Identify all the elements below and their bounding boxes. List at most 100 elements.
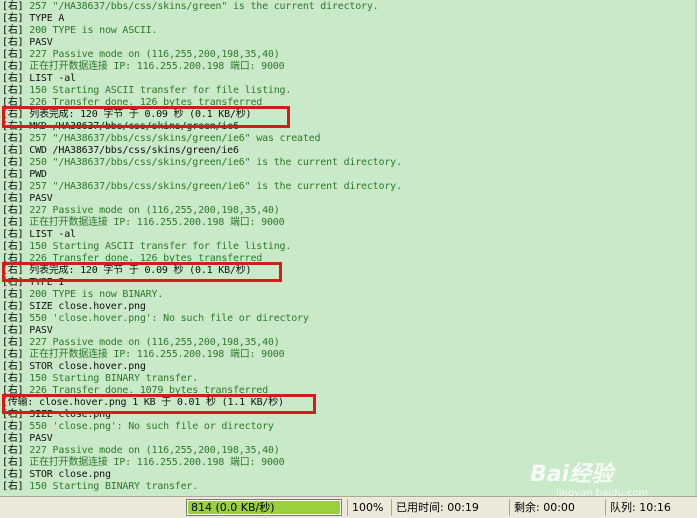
progress-text: 814 (0.0 KB/秒): [191, 501, 275, 514]
log-line-prefix: [右]: [2, 37, 24, 48]
log-line-prefix: [右]: [2, 61, 24, 72]
log-line-prefix: [右]: [2, 289, 24, 300]
log-line: [右] 正在打开数据连接 IP: 116.255.200.198 端口: 900…: [2, 217, 285, 229]
log-line-text: TYPE A: [23, 13, 65, 24]
log-line-prefix: [右]: [2, 349, 24, 360]
log-line-text: 227 Passive mode on (116,255,200,198,35,…: [23, 337, 280, 348]
log-line: [右] 列表完成: 120 字节 于 0.09 秒 (0.1 KB/秒): [2, 109, 252, 121]
log-line: [右] TYPE A: [2, 13, 64, 25]
log-line-text: 257 "/HA38637/bbs/css/skins/green/ie6" i…: [23, 181, 402, 192]
log-line-prefix: [右]: [2, 25, 24, 36]
log-line-prefix: [右]: [2, 409, 24, 420]
log-line-prefix: [右]: [2, 313, 24, 324]
log-line-text: 传输: close.hover.png 1 KB 于 0.01 秒 (1.1 K…: [7, 397, 284, 408]
log-line-prefix: [右]: [2, 277, 24, 288]
log-line-prefix: [右]: [2, 433, 24, 444]
log-line-text: 150 Starting ASCII transfer for file lis…: [23, 241, 292, 252]
log-line-prefix: [右]: [2, 373, 24, 384]
ftp-log-panel[interactable]: [右] 257 "/HA38637/bbs/css/skins/green" i…: [0, 0, 697, 496]
status-bar: 814 (0.0 KB/秒) 100% 已用时间: 00:19 剩余: 00:0…: [0, 496, 697, 518]
log-line-text: 250 "/HA38637/bbs/css/skins/green/ie6" i…: [23, 157, 402, 168]
log-line-text: STOR close.hover.png: [23, 361, 146, 372]
log-line: [右] LIST -al: [2, 229, 76, 241]
log-line-text: STOR close.png: [23, 469, 111, 480]
log-line: [右] STOR close.png: [2, 469, 111, 481]
log-line: [右] 226 Transfer done. 126 bytes transfe…: [2, 97, 262, 109]
log-line: [右] 227 Passive mode on (116,255,200,198…: [2, 49, 280, 61]
log-line-text: CWD /HA38637/bbs/css/skins/green/ie6: [23, 145, 239, 156]
log-line-text: MKD /HA38637/bbs/css/skins/green/ie6: [23, 121, 239, 132]
log-line-text: SIZE close.hover.png: [23, 301, 146, 312]
log-line: [右] 150 Starting BINARY transfer.: [2, 481, 198, 493]
log-line: [右] 150 Starting ASCII transfer for file…: [2, 241, 291, 253]
log-line-prefix: [右]: [2, 85, 24, 96]
log-line-text: 列表完成: 120 字节 于 0.09 秒 (0.1 KB/秒): [23, 265, 252, 276]
log-line: [右] 列表完成: 120 字节 于 0.09 秒 (0.1 KB/秒): [2, 265, 252, 277]
log-line: [右] 257 "/HA38637/bbs/css/skins/green" i…: [2, 1, 379, 13]
log-line-text: 200 TYPE is now BINARY.: [23, 289, 164, 300]
log-line: [右] PASV: [2, 193, 53, 205]
transfer-progress-bar: 814 (0.0 KB/秒): [186, 499, 342, 516]
log-line: [右] TYPE I: [2, 277, 64, 289]
log-line-prefix: [右]: [2, 301, 24, 312]
log-line: [右] LIST -al: [2, 73, 76, 85]
log-line: [右] 150 Starting ASCII transfer for file…: [2, 85, 291, 97]
log-line-prefix: [右]: [2, 13, 24, 24]
log-line: [右] 250 "/HA38637/bbs/css/skins/green/ie…: [2, 157, 402, 169]
log-line-prefix: [右]: [2, 1, 24, 12]
log-line-prefix: [右]: [2, 469, 24, 480]
log-line-text: TYPE I: [23, 277, 65, 288]
log-line: [右] 227 Passive mode on (116,255,200,198…: [2, 205, 280, 217]
log-line-prefix: [右]: [2, 229, 24, 240]
log-line-prefix: [右]: [2, 253, 24, 264]
log-line-text: 550 'close.hover.png': No such file or d…: [23, 313, 309, 324]
progress-percent: 100%: [347, 499, 391, 516]
log-line: [右] SIZE close.hover.png: [2, 301, 146, 313]
log-line: [右] 226 Transfer done. 1079 bytes transf…: [2, 385, 268, 397]
log-line-text: PASV: [23, 37, 53, 48]
log-line-prefix: [右]: [2, 457, 24, 468]
log-line-prefix: [右]: [2, 205, 24, 216]
log-line-text: 150 Starting ASCII transfer for file lis…: [23, 85, 292, 96]
log-line-text: 正在打开数据连接 IP: 116.255.200.198 端口: 9000: [23, 457, 285, 468]
log-line-text: 226 Transfer done. 126 bytes transferred: [23, 253, 263, 264]
log-line-prefix: [右]: [2, 109, 24, 120]
log-line-prefix: [右]: [2, 133, 24, 144]
log-line-prefix: [右]: [2, 181, 24, 192]
log-line: [传输: close.hover.png 1 KB 于 0.01 秒 (1.1 …: [2, 397, 284, 409]
log-line-prefix: [右]: [2, 121, 24, 132]
log-line-prefix: [右]: [2, 385, 24, 396]
log-line-text: LIST -al: [23, 73, 76, 84]
log-line: [右] 226 Transfer done. 126 bytes transfe…: [2, 253, 262, 265]
log-line-text: PASV: [23, 193, 53, 204]
log-line: [右] PASV: [2, 433, 53, 445]
log-line: [右] 550 'close.png': No such file or dir…: [2, 421, 274, 433]
log-line-text: 正在打开数据连接 IP: 116.255.200.198 端口: 9000: [23, 61, 285, 72]
log-line-text: 列表完成: 120 字节 于 0.09 秒 (0.1 KB/秒): [23, 109, 252, 120]
log-line-text: 226 Transfer done. 126 bytes transferred: [23, 97, 263, 108]
log-line: [右] 150 Starting BINARY transfer.: [2, 373, 198, 385]
log-line: [右] 227 Passive mode on (116,255,200,198…: [2, 445, 280, 457]
elapsed-time: 已用时间: 00:19: [391, 499, 509, 516]
log-line-text: PASV: [23, 325, 53, 336]
log-line-text: 226 Transfer done. 1079 bytes transferre…: [23, 385, 268, 396]
log-line-prefix: [右]: [2, 49, 24, 60]
log-line-text: 227 Passive mode on (116,255,200,198,35,…: [23, 49, 280, 60]
log-line-text: 正在打开数据连接 IP: 116.255.200.198 端口: 9000: [23, 217, 285, 228]
log-line-text: 150 Starting BINARY transfer.: [23, 373, 199, 384]
log-line: [右] CWD /HA38637/bbs/css/skins/green/ie6: [2, 145, 239, 157]
remaining-time: 剩余: 00:00: [509, 499, 605, 516]
log-line-text: 150 Starting BINARY transfer.: [23, 481, 199, 492]
log-line: [右] 正在打开数据连接 IP: 116.255.200.198 端口: 900…: [2, 61, 285, 73]
log-line-text: 227 Passive mode on (116,255,200,198,35,…: [23, 205, 280, 216]
log-line: [右] 227 Passive mode on (116,255,200,198…: [2, 337, 280, 349]
log-line: [右] 200 TYPE is now ASCII.: [2, 25, 158, 37]
log-line: [右] PASV: [2, 37, 53, 49]
log-line-prefix: [右]: [2, 481, 24, 492]
log-line-prefix: [右]: [2, 325, 24, 336]
log-line: [右] 550 'close.hover.png': No such file …: [2, 313, 309, 325]
log-line-prefix: [右]: [2, 241, 24, 252]
log-line: [右] SIZE close.png: [2, 409, 111, 421]
log-line-text: 正在打开数据连接 IP: 116.255.200.198 端口: 9000: [23, 349, 285, 360]
log-line: [右] 257 "/HA38637/bbs/css/skins/green/ie…: [2, 181, 402, 193]
